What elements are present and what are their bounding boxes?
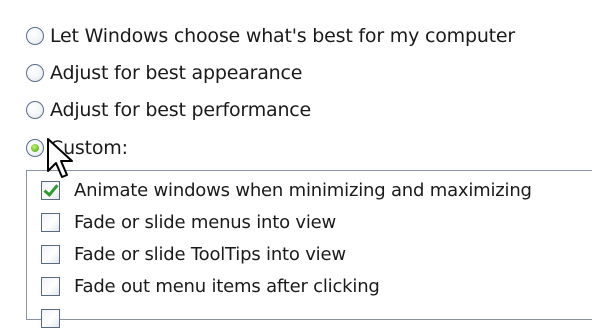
radio-best-performance[interactable]: Adjust for best performance xyxy=(26,96,311,124)
radio-button-selected-icon[interactable] xyxy=(26,139,44,157)
checkbox-icon[interactable] xyxy=(41,212,60,232)
list-item-fade-slide-tooltips[interactable]: Fade or slide ToolTips into view xyxy=(41,239,346,269)
mouse-pointer-icon xyxy=(47,138,73,178)
radio-custom[interactable]: Custom: xyxy=(26,134,128,162)
radio-button-icon[interactable] xyxy=(26,27,44,45)
performance-options-panel: Let Windows choose what's best for my co… xyxy=(0,0,592,328)
visual-effects-list[interactable]: Animate windows when minimizing and maxi… xyxy=(26,170,592,328)
checkbox-label: Animate windows when minimizing and maxi… xyxy=(74,179,532,201)
radio-let-windows-choose[interactable]: Let Windows choose what's best for my co… xyxy=(26,22,515,50)
list-item-fade-out-menu-items[interactable]: Fade out menu items after clicking xyxy=(41,271,380,301)
checkbox-label: Fade or slide menus into view xyxy=(74,211,337,233)
list-item-animate-windows[interactable]: Animate windows when minimizing and maxi… xyxy=(41,175,532,205)
checkbox-icon[interactable] xyxy=(41,276,60,296)
radio-label: Let Windows choose what's best for my co… xyxy=(50,25,516,47)
radio-label: Adjust for best performance xyxy=(50,99,312,121)
list-item-fade-slide-menus[interactable]: Fade or slide menus into view xyxy=(41,207,336,237)
checkbox-icon[interactable] xyxy=(41,244,60,264)
checkbox-icon[interactable] xyxy=(41,308,60,328)
radio-best-appearance[interactable]: Adjust for best appearance xyxy=(26,59,302,87)
checkbox-checked-icon[interactable] xyxy=(41,180,60,200)
radio-button-icon[interactable] xyxy=(26,101,44,119)
radio-button-icon[interactable] xyxy=(26,64,44,82)
checkbox-label: Fade out menu items after clicking xyxy=(74,275,380,297)
checkbox-label: Fade or slide ToolTips into view xyxy=(74,243,346,265)
radio-label: Adjust for best appearance xyxy=(50,62,303,84)
list-item-partial[interactable] xyxy=(41,303,60,333)
